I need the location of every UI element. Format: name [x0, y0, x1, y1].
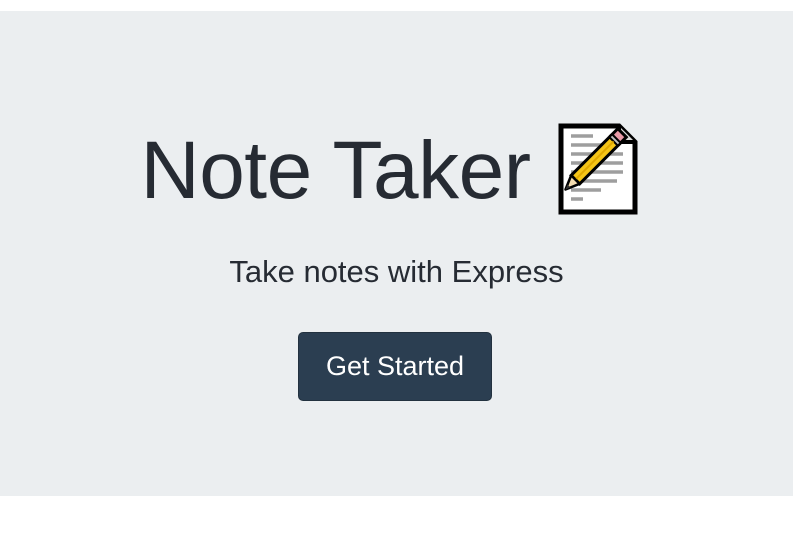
- get-started-button[interactable]: Get Started: [298, 332, 492, 401]
- page: Note Taker Take notes with Express Get S…: [0, 0, 793, 550]
- page-title: Note Taker: [140, 125, 531, 216]
- memo-pencil-icon: [557, 120, 653, 216]
- title-row: Note Taker: [0, 119, 793, 223]
- subtitle: Take notes with Express: [229, 254, 564, 289]
- hero-section: Note Taker Take notes with Express: [0, 11, 793, 496]
